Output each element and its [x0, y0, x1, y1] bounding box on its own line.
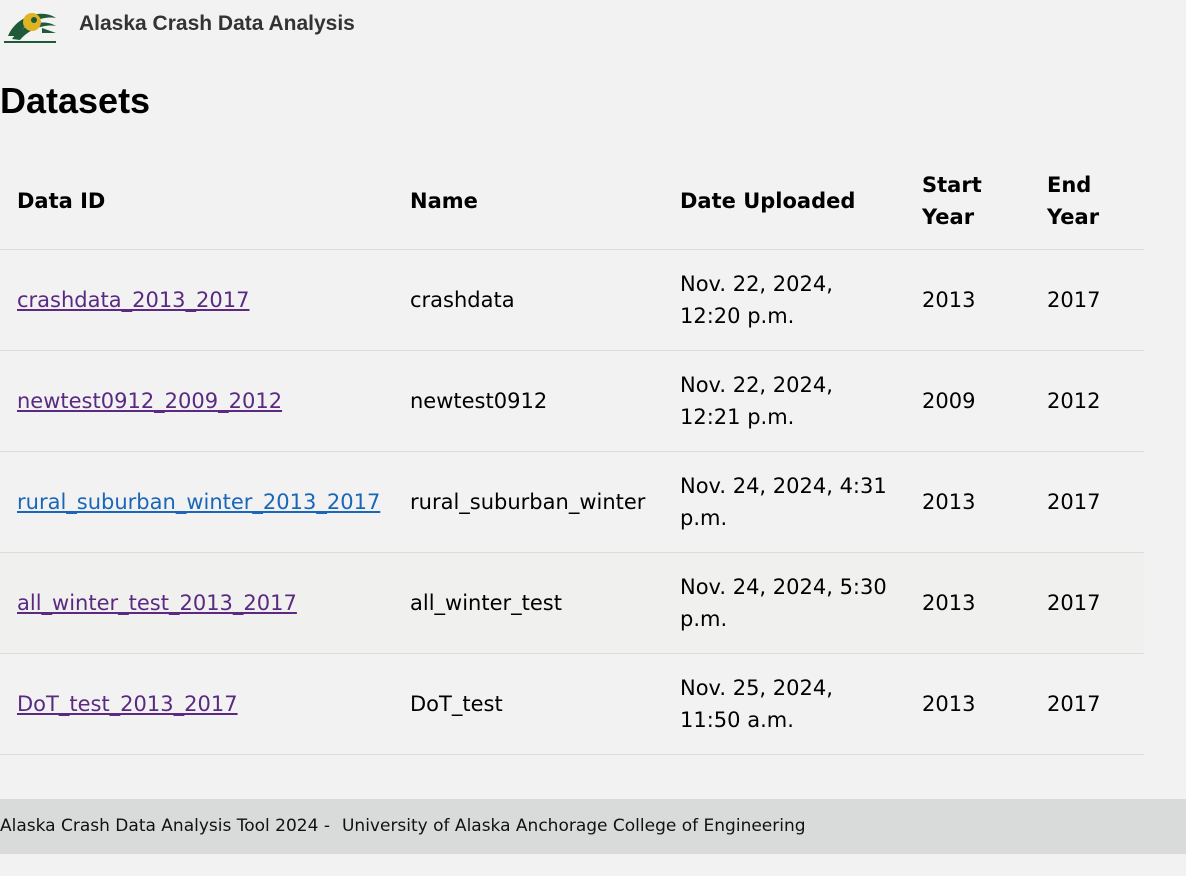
column-header-end-year: End Year — [1030, 152, 1144, 250]
cell-start-year: 2013 — [905, 249, 1030, 351]
column-header-name: Name — [393, 152, 663, 250]
cell-date-uploaded: Nov. 22, 2024, 12:21 p.m. — [663, 350, 905, 452]
dataset-link[interactable]: rural_suburban_winter_2013_2017 — [17, 490, 380, 514]
cell-name: rural_suburban_winter — [393, 451, 663, 553]
cell-date-uploaded: Nov. 25, 2024, 11:50 a.m. — [663, 653, 905, 755]
app-title[interactable]: Alaska Crash Data Analysis — [79, 12, 355, 36]
table-row: DoT_test_2013_2017 DoT_test Nov. 25, 202… — [0, 653, 1144, 755]
cell-name: all_winter_test — [393, 552, 663, 654]
dataset-link[interactable]: crashdata_2013_2017 — [17, 288, 250, 312]
cell-name: newtest0912 — [393, 350, 663, 452]
cell-start-year: 2013 — [905, 552, 1030, 654]
cell-end-year: 2017 — [1030, 249, 1144, 351]
dataset-link[interactable]: all_winter_test_2013_2017 — [17, 591, 297, 615]
cell-date-uploaded: Nov. 24, 2024, 5:30 p.m. — [663, 552, 905, 654]
cell-end-year: 2017 — [1030, 653, 1144, 755]
cell-date-uploaded: Nov. 24, 2024, 4:31 p.m. — [663, 451, 905, 553]
cell-data-id: crashdata_2013_2017 — [0, 249, 393, 351]
table-header-row: Data ID Name Date Uploaded Start Year En… — [0, 152, 1144, 250]
column-header-date-uploaded: Date Uploaded — [663, 152, 905, 250]
cell-end-year: 2017 — [1030, 552, 1144, 654]
datasets-table: Data ID Name Date Uploaded Start Year En… — [0, 152, 1144, 755]
cell-date-uploaded: Nov. 22, 2024, 12:20 p.m. — [663, 249, 905, 351]
cell-end-year: 2017 — [1030, 451, 1144, 553]
table-row: all_winter_test_2013_2017 all_winter_tes… — [0, 552, 1144, 654]
footer-copyright: Alaska Crash Data Analysis Tool 2024 - — [0, 816, 330, 836]
footer: Alaska Crash Data Analysis Tool 2024 - Un… — [0, 799, 1186, 854]
column-header-start-year: Start Year — [905, 152, 1030, 250]
page-title: Datasets — [0, 80, 151, 121]
table-row: newtest0912_2009_2012 newtest0912 Nov. 2… — [0, 350, 1144, 452]
cell-name: crashdata — [393, 249, 663, 351]
cell-data-id: rural_suburban_winter_2013_2017 — [0, 451, 393, 553]
cell-data-id: all_winter_test_2013_2017 — [0, 552, 393, 654]
alaska-native-bird-logo-icon[interactable] — [2, 6, 58, 44]
dataset-link[interactable]: newtest0912_2009_2012 — [17, 389, 282, 413]
cell-start-year: 2013 — [905, 653, 1030, 755]
navbar: Alaska Crash Data Analysis — [0, 0, 1186, 50]
dataset-link[interactable]: DoT_test_2013_2017 — [17, 692, 238, 716]
cell-start-year: 2009 — [905, 350, 1030, 452]
footer-institution: University of Alaska Anchorage College o… — [341, 816, 806, 836]
table-row: rural_suburban_winter_2013_2017 rural_su… — [0, 451, 1144, 553]
cell-data-id: DoT_test_2013_2017 — [0, 653, 393, 755]
column-header-data-id: Data ID — [0, 152, 393, 250]
cell-start-year: 2013 — [905, 451, 1030, 553]
cell-name: DoT_test — [393, 653, 663, 755]
cell-end-year: 2012 — [1030, 350, 1144, 452]
cell-data-id: newtest0912_2009_2012 — [0, 350, 393, 452]
table-row: crashdata_2013_2017 crashdata Nov. 22, 2… — [0, 249, 1144, 351]
